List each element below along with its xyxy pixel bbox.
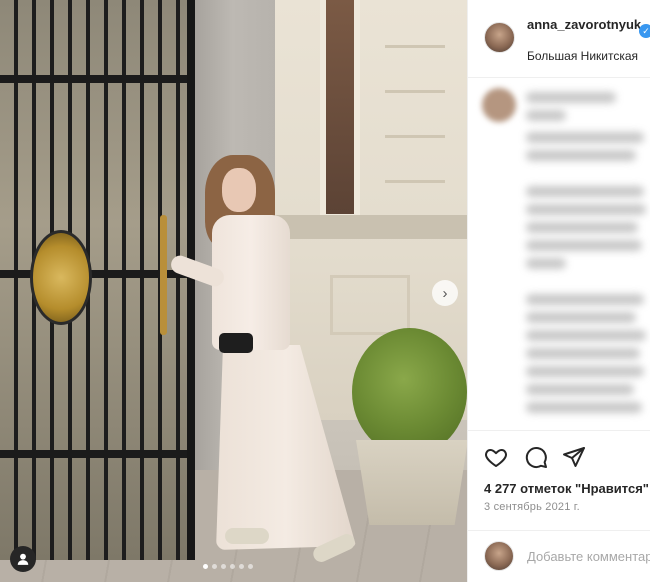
carousel-dot — [203, 564, 208, 569]
carousel-dot — [221, 564, 226, 569]
caption-text-line — [526, 204, 646, 215]
caption-text-line — [526, 240, 642, 251]
woman-handbag — [219, 333, 253, 353]
author-username[interactable]: anna_zavorotnyuk — [527, 16, 647, 33]
user-tag-button[interactable] — [10, 546, 36, 572]
carousel-dots — [203, 564, 253, 569]
comment-button[interactable] — [524, 445, 550, 471]
caption-text-line — [526, 312, 636, 323]
author-avatar[interactable] — [484, 22, 515, 53]
carousel-next-button[interactable]: › — [432, 280, 458, 306]
caption-text-line — [526, 150, 636, 161]
viewer-avatar — [484, 541, 514, 571]
comment-input[interactable]: Добавьте комментарий... — [527, 549, 650, 564]
caption-text-line — [526, 132, 644, 143]
facade-ledge — [275, 215, 467, 239]
carousel-dot — [239, 564, 244, 569]
facade-rustication — [385, 145, 445, 183]
facade-rustication — [385, 100, 445, 138]
post-side-panel: anna_zavorotnyuk ✓ Большая Никитская 4 2… — [467, 0, 650, 582]
caption-text-line — [526, 402, 642, 413]
likes-count[interactable]: 4 277 отметок "Нравится" — [484, 481, 649, 496]
boxwood-bush — [352, 328, 467, 456]
gate-crossbar — [0, 450, 187, 458]
comment-bubble-icon — [525, 447, 547, 469]
share-button[interactable] — [562, 445, 588, 471]
facade-window — [320, 0, 360, 220]
comment-bar: Добавьте комментарий... — [468, 530, 650, 582]
caption-text-line — [526, 366, 644, 377]
caption-text-line — [526, 258, 566, 269]
caption-area-blurred — [468, 78, 650, 430]
heart-icon — [485, 449, 507, 467]
facade-rustication — [385, 10, 445, 48]
caption-text-line — [526, 186, 644, 197]
woman-face — [222, 168, 256, 212]
user-tag-icon — [17, 553, 29, 565]
post-actions: 4 277 отметок "Нравится" 3 сентябрь 2021… — [468, 430, 650, 530]
post-location[interactable]: Большая Никитская — [527, 49, 638, 63]
like-button[interactable] — [484, 445, 510, 471]
gate-crest — [30, 230, 92, 325]
iron-gate — [0, 0, 195, 560]
post-header: anna_zavorotnyuk ✓ Большая Никитская — [468, 0, 650, 78]
facade-rustication — [385, 55, 445, 93]
carousel-dot — [230, 564, 235, 569]
post-photo[interactable]: › — [0, 0, 467, 582]
chevron-right-icon: › — [442, 284, 448, 302]
caption-text-line — [526, 222, 638, 233]
facade-panel — [330, 275, 410, 335]
gate-crossbar — [0, 75, 187, 83]
caption-avatar — [482, 88, 516, 122]
verified-badge-icon: ✓ — [639, 24, 650, 38]
caption-text-line — [526, 92, 616, 103]
gate-crossbar — [0, 270, 187, 278]
gate-handle — [160, 215, 167, 335]
caption-text-line — [526, 110, 566, 121]
caption-text-line — [526, 294, 644, 305]
carousel-dot — [248, 564, 253, 569]
caption-text-line — [526, 330, 646, 341]
woman-shoe — [225, 528, 269, 544]
caption-text-line — [526, 384, 634, 395]
caption-text-line — [526, 348, 640, 359]
woman-top — [212, 215, 290, 350]
stone-planter — [356, 440, 467, 525]
paper-plane-icon — [563, 447, 585, 467]
post-date[interactable]: 3 сентябрь 2021 г. — [484, 501, 580, 513]
carousel-dot — [212, 564, 217, 569]
